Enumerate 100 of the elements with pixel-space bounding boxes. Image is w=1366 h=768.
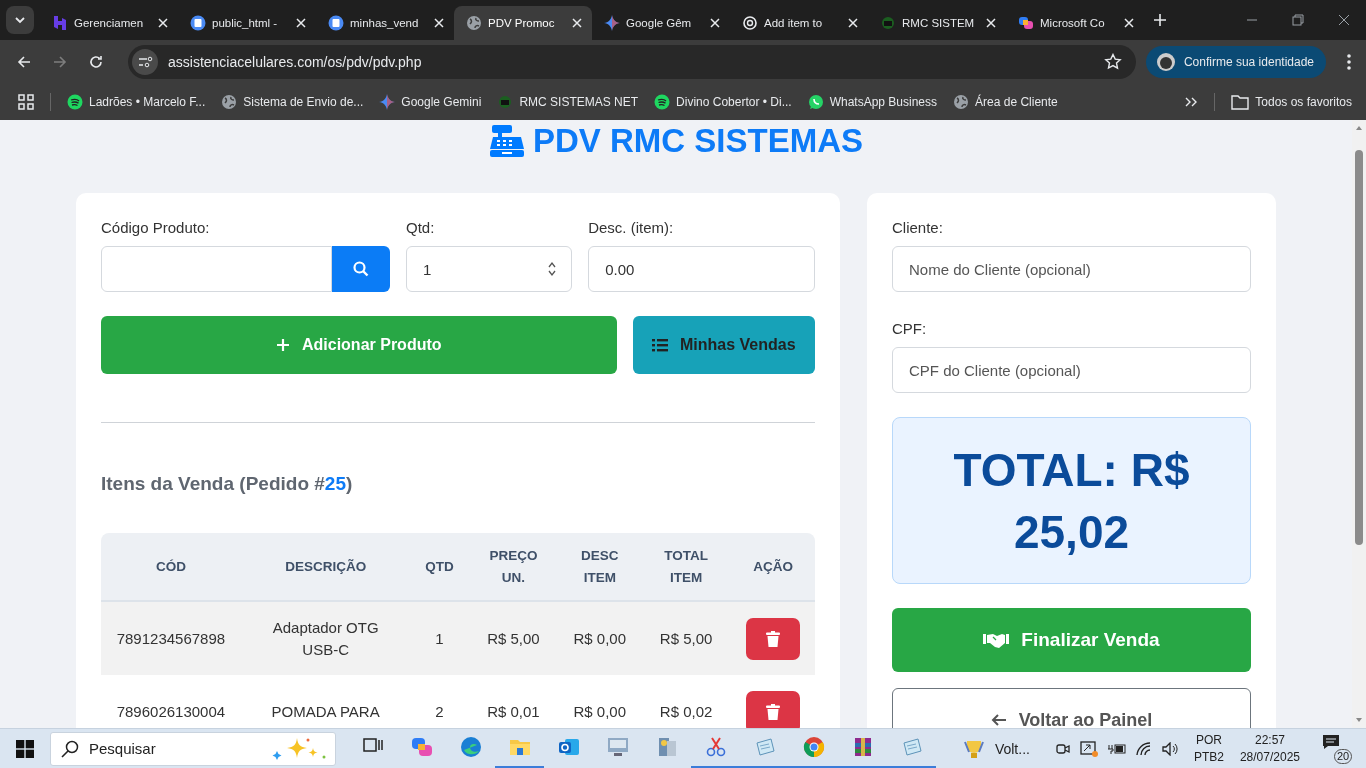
trash-icon [766, 630, 781, 647]
site-settings-icon[interactable] [132, 49, 158, 75]
camera-icon[interactable] [1055, 741, 1070, 756]
quantity-field[interactable]: 1 [406, 246, 573, 292]
plus-icon [275, 338, 290, 352]
trash-icon [766, 704, 781, 720]
notifications-button[interactable]: 20 [1322, 733, 1356, 764]
column-header: TOTAL ITEM [641, 533, 732, 601]
product-code-field[interactable] [101, 246, 332, 292]
list-icon [651, 338, 668, 352]
handshake-icon [983, 631, 1010, 649]
taskbar-search-field[interactable]: Pesquisar [50, 731, 336, 766]
column-header: CÓD [101, 533, 241, 601]
search-button[interactable] [332, 246, 390, 292]
battery-plug-icon[interactable] [1107, 741, 1126, 756]
column-header: DESCRIÇÃO [240, 533, 411, 601]
browser-tab[interactable]: Add item to [730, 6, 868, 40]
speaker-icon[interactable] [1161, 741, 1180, 756]
bookmark[interactable]: WhatsApp Business [807, 94, 938, 110]
browser-tab[interactable]: RMC SISTEM [868, 6, 1006, 40]
apps-grid-icon[interactable] [18, 94, 34, 110]
field-label: Qtd: [406, 219, 436, 236]
delete-button[interactable] [746, 691, 801, 728]
column-header: QTD [410, 533, 469, 601]
close-icon[interactable] [708, 16, 722, 30]
close-icon[interactable] [570, 16, 584, 30]
bookmark[interactable]: Área de Cliente [953, 94, 1058, 110]
screen-share-icon[interactable] [1079, 740, 1098, 757]
tab-title: PDV Promoc [488, 17, 556, 29]
spotify-icon [654, 94, 671, 110]
clock[interactable]: 22:57 28/07/2025 [1239, 731, 1300, 766]
more-menu-icon[interactable] [1346, 53, 1352, 71]
close-icon[interactable] [294, 16, 308, 30]
table-cell: R$ 0,02 [641, 675, 732, 728]
table-cell: 2 [410, 675, 469, 728]
back-icon[interactable] [16, 54, 32, 70]
profile-button[interactable]: Confirme sua identidade [1145, 46, 1326, 78]
browser-tab[interactable]: minhas_vend [316, 6, 454, 40]
copilot-icon [1018, 15, 1034, 31]
search-icon [61, 739, 79, 758]
close-icon[interactable] [1338, 14, 1350, 26]
close-icon[interactable] [1122, 16, 1136, 30]
restore-icon[interactable] [1292, 14, 1304, 26]
close-icon[interactable] [432, 16, 446, 30]
sparkle-icon [604, 15, 620, 31]
sparkles-icon [271, 736, 327, 761]
chat-bubble-icon [807, 94, 824, 110]
chrome-icon [801, 735, 826, 759]
chevrons-icon[interactable] [1184, 95, 1199, 109]
bookmark-star-icon[interactable] [1103, 53, 1122, 71]
close-icon[interactable] [984, 16, 998, 30]
table-cell: 7896026130004 [101, 675, 241, 728]
discount-field[interactable]: 0.00 [588, 246, 815, 292]
browser-tab[interactable]: PDV Promoc [454, 6, 592, 40]
bookmark[interactable]: Ladrões • Marcelo F... [67, 94, 206, 110]
table-cell: 7891234567898 [101, 601, 241, 675]
dropdown-icon[interactable] [6, 6, 34, 34]
forward-icon[interactable] [52, 54, 68, 70]
browser-tab[interactable]: Microsoft Co [1006, 6, 1144, 40]
browser-tab[interactable]: Google Gêm [592, 6, 730, 40]
table-cell: R$ 5,00 [468, 601, 559, 675]
tab-title: minhas_vend [350, 17, 420, 29]
wifi-icon[interactable] [1135, 741, 1152, 756]
tab-title: Google Gêm [626, 17, 693, 29]
bookmark[interactable]: Divino Cobertor • Di... [654, 94, 792, 110]
sparkle-icon [379, 94, 396, 110]
cpf-field[interactable]: CPF do Cliente (opcional) [892, 347, 1251, 393]
globe-icon [466, 15, 482, 31]
table-cell: R$ 5,00 [641, 601, 732, 675]
chat-icon [1322, 733, 1340, 750]
document-icon [328, 15, 344, 31]
close-icon[interactable] [846, 16, 860, 30]
bookmark[interactable]: RMC SISTEMAS NET [497, 94, 639, 110]
table-cell: POMADA PARA [240, 675, 411, 728]
table-cell: R$ 0,00 [558, 675, 642, 728]
tab-title: Microsoft Co [1040, 17, 1106, 29]
client-name-field[interactable]: Nome do Cliente (opcional) [892, 246, 1251, 292]
spinner-arrows-icon[interactable] [547, 261, 558, 277]
weather-widget[interactable]: Volt... [962, 737, 1030, 760]
h-logo-icon [52, 15, 68, 31]
new-tab-icon[interactable] [1152, 12, 1168, 28]
bookmark[interactable]: Sistema de Envio de... [221, 94, 364, 110]
browser-tab[interactable]: public_html - [178, 6, 316, 40]
table-cell: R$ 0,00 [558, 601, 642, 675]
bookmark[interactable]: Google Gemini [379, 94, 482, 110]
url-text: assistenciacelulares.com/os/pdv/pdv.php [168, 54, 423, 70]
browser-tab[interactable]: Gerenciamen [40, 6, 178, 40]
all-bookmarks[interactable]: Todos os favoritos [1231, 94, 1352, 110]
page-title: PDV RMC SISTEMAS [532, 122, 863, 160]
section-heading: Itens da Venda (Pedido #25) [101, 473, 354, 495]
back-to-panel-button[interactable]: Voltar ao Painel [892, 688, 1251, 728]
reload-icon[interactable] [88, 54, 104, 70]
copilot-icon [409, 735, 434, 759]
field-label: Desc. (item): [588, 219, 675, 236]
windows-start-icon[interactable] [16, 739, 34, 758]
close-icon[interactable] [156, 16, 170, 30]
delete-button[interactable] [746, 617, 801, 660]
my-sales-button[interactable]: Minhas Vendas [632, 316, 815, 374]
address-bar[interactable]: assistenciacelulares.com/os/pdv/pdv.php [128, 45, 1136, 79]
language-indicator[interactable]: POR PTB2 [1193, 731, 1224, 766]
